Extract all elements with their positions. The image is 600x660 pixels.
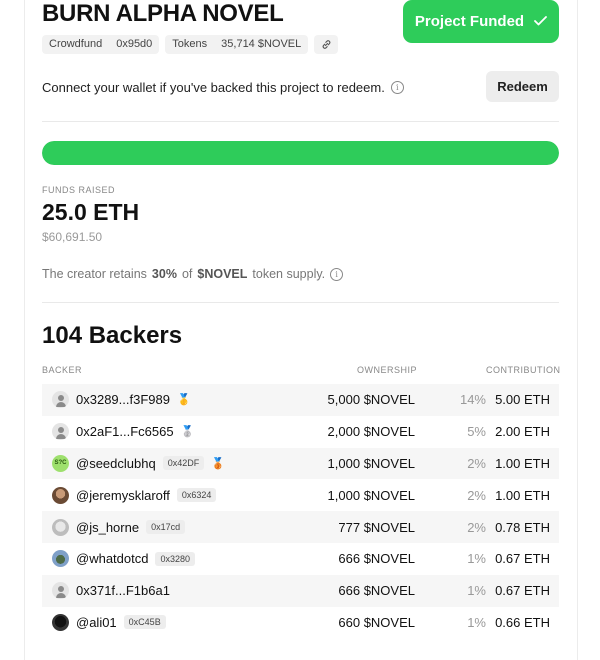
backer-name[interactable]: @js_horne 0x17cd bbox=[76, 519, 186, 535]
funds-raised-label: FUNDS RAISED bbox=[42, 185, 116, 195]
backer-ownership-percent: 1% bbox=[467, 551, 486, 567]
backer-ownership: 1,000 $NOVEL bbox=[327, 455, 415, 471]
backer-ownership-percent: 2% bbox=[467, 455, 486, 471]
tokens-label: Tokens bbox=[172, 38, 208, 50]
backer-name-text: @js_horne bbox=[76, 519, 140, 535]
funding-progress-bar bbox=[42, 141, 559, 165]
backer-name[interactable]: @ali01 0xC45B bbox=[76, 615, 166, 630]
backer-ownership: 777 $NOVEL bbox=[338, 519, 415, 535]
backer-ownership: 666 $NOVEL bbox=[338, 551, 415, 567]
backer-name[interactable]: 0x2aF1...Fc6565 🥈 bbox=[76, 424, 194, 439]
silver-medal-icon: 🥈 bbox=[180, 426, 195, 439]
backer-contribution: 0.67 ETH bbox=[495, 583, 550, 599]
backer-ownership-percent: 2% bbox=[467, 519, 486, 535]
project-title: BURN ALPHA NOVEL bbox=[42, 0, 284, 27]
retain-percent: 30% bbox=[151, 267, 177, 281]
funds-raised-usd: $60,691.50 bbox=[42, 230, 103, 244]
avatar bbox=[52, 391, 69, 409]
retain-of: of bbox=[181, 267, 193, 281]
backer-name[interactable]: @seedclubhq 0x42DF 🥉 bbox=[76, 456, 225, 471]
backer-name-text: @whatdotcd bbox=[76, 551, 149, 567]
backer-name-text: @ali01 bbox=[76, 614, 117, 630]
avatar: S?C bbox=[52, 454, 69, 472]
backer-ownership-percent: 14% bbox=[459, 392, 486, 408]
backer-ownership: 1,000 $NOVEL bbox=[327, 487, 415, 503]
backer-contribution: 5.00 ETH bbox=[495, 392, 550, 408]
funding-progress-fill bbox=[42, 141, 559, 165]
backers-title: 104 Backers bbox=[42, 322, 183, 349]
avatar bbox=[52, 613, 69, 631]
backer-ownership: 2,000 $NOVEL bbox=[327, 424, 415, 440]
backer-ownership: 666 $NOVEL bbox=[338, 583, 415, 599]
info-icon[interactable]: i bbox=[390, 81, 404, 94]
column-header-contribution: CONTRIBUTION bbox=[486, 365, 561, 375]
gold-medal-icon: 🥇 bbox=[176, 394, 191, 407]
backer-name-text: 0x371f...F1b6a1 bbox=[76, 583, 170, 599]
table-row[interactable]: @js_horne 0x17cd 777 $NOVEL 2% 0.78 ETH bbox=[42, 511, 559, 543]
backer-contribution: 1.00 ETH bbox=[495, 455, 550, 471]
backer-contribution: 0.67 ETH bbox=[495, 551, 550, 567]
backer-ownership-percent: 2% bbox=[467, 487, 486, 503]
backer-address-chip: 0x6324 bbox=[176, 488, 217, 503]
table-row[interactable]: 0x3289...f3F989 🥇 5,000 $NOVEL 14% 5.00 ETH bbox=[42, 384, 559, 416]
funds-raised-value: 25.0 ETH bbox=[42, 199, 140, 225]
project-tags: Crowdfund 0x95d0 Tokens 35,714 $NOVEL bbox=[42, 35, 339, 54]
backer-address-chip: 0x42DF bbox=[162, 456, 205, 471]
check-icon bbox=[534, 13, 547, 30]
crowdfund-address: 0x95d0 bbox=[116, 38, 153, 50]
retain-prefix: The creator retains bbox=[42, 267, 147, 281]
backer-address-chip: 0xC45B bbox=[123, 615, 166, 630]
tokens-tag[interactable]: Tokens 35,714 $NOVEL bbox=[165, 35, 309, 54]
table-row[interactable]: 0x371f...F1b6a1 666 $NOVEL 1% 0.67 ETH bbox=[42, 574, 559, 607]
crowdfund-label: Crowdfund bbox=[49, 38, 103, 50]
tokens-value: 35,714 $NOVEL bbox=[221, 38, 302, 50]
backer-ownership-percent: 1% bbox=[467, 583, 486, 599]
backer-contribution: 2.00 ETH bbox=[495, 424, 550, 440]
table-row[interactable]: @whatdotcd 0x3280 666 $NOVEL 1% 0.67 ETH bbox=[42, 543, 559, 575]
retain-token: $NOVEL bbox=[197, 267, 248, 281]
avatar bbox=[52, 550, 69, 568]
backer-ownership-percent: 5% bbox=[467, 424, 486, 440]
backer-name[interactable]: @jeremysklaroff 0x6324 bbox=[76, 487, 217, 503]
project-funded-button[interactable]: Project Funded bbox=[403, 0, 559, 43]
divider bbox=[42, 302, 559, 303]
backer-name-text: 0x2aF1...Fc6565 bbox=[76, 424, 174, 440]
avatar bbox=[52, 423, 69, 441]
redeem-button[interactable]: Redeem bbox=[486, 71, 559, 102]
wallet-connect-message: Connect your wallet if you've backed thi… bbox=[42, 80, 404, 95]
divider bbox=[42, 121, 559, 122]
table-row[interactable]: @jeremysklaroff 0x6324 1,000 $NOVEL 2% 1.00 … bbox=[42, 479, 559, 511]
info-icon[interactable]: i bbox=[330, 267, 344, 281]
avatar bbox=[52, 518, 69, 536]
backer-name[interactable]: @whatdotcd 0x3280 bbox=[76, 551, 195, 566]
creator-retain-note: The creator retains 30% of $NOVEL token … bbox=[42, 267, 344, 281]
project-funded-label: Project Funded bbox=[414, 13, 525, 30]
avatar bbox=[52, 582, 69, 600]
crowdfund-tag[interactable]: Crowdfund 0x95d0 bbox=[42, 35, 160, 54]
retain-suffix: token supply. bbox=[252, 267, 326, 281]
backer-name-text: @seedclubhq bbox=[76, 455, 156, 471]
column-header-ownership: OWNERSHIP bbox=[357, 365, 418, 375]
backer-ownership: 660 $NOVEL bbox=[338, 614, 415, 630]
link-icon[interactable] bbox=[314, 35, 339, 54]
wallet-message-text: Connect your wallet if you've backed thi… bbox=[42, 80, 385, 95]
table-row[interactable]: @ali01 0xC45B 660 $NOVEL 1% 0.66 ETH bbox=[42, 607, 559, 639]
backer-name[interactable]: 0x371f...F1b6a1 bbox=[76, 583, 170, 598]
table-row[interactable]: S?C @seedclubhq 0x42DF 🥉 1,000 $NOVEL 2% 1.00 … bbox=[42, 447, 559, 480]
backer-ownership: 5,000 $NOVEL bbox=[327, 392, 415, 408]
bronze-medal-icon: 🥉 bbox=[211, 457, 225, 470]
backer-contribution: 0.66 ETH bbox=[495, 614, 550, 630]
backer-contribution: 0.78 ETH bbox=[495, 519, 550, 535]
backer-name-text: @jeremysklaroff bbox=[76, 487, 170, 503]
backers-table: 0x3289...f3F989 🥇 5,000 $NOVEL 14% 5.00 ETH 0… bbox=[42, 384, 559, 638]
backer-contribution: 1.00 ETH bbox=[495, 487, 550, 503]
backer-name[interactable]: 0x3289...f3F989 🥇 bbox=[76, 392, 191, 407]
backer-address-chip: 0x17cd bbox=[146, 520, 186, 535]
avatar bbox=[52, 486, 69, 504]
table-row[interactable]: 0x2aF1...Fc6565 🥈 2,000 $NOVEL 5% 2.00 ETH bbox=[42, 416, 559, 448]
backer-name-text: 0x3289...f3F989 bbox=[76, 392, 170, 408]
column-header-backer: BACKER bbox=[42, 365, 83, 375]
backer-address-chip: 0x3280 bbox=[155, 551, 195, 566]
backer-ownership-percent: 1% bbox=[467, 614, 486, 630]
